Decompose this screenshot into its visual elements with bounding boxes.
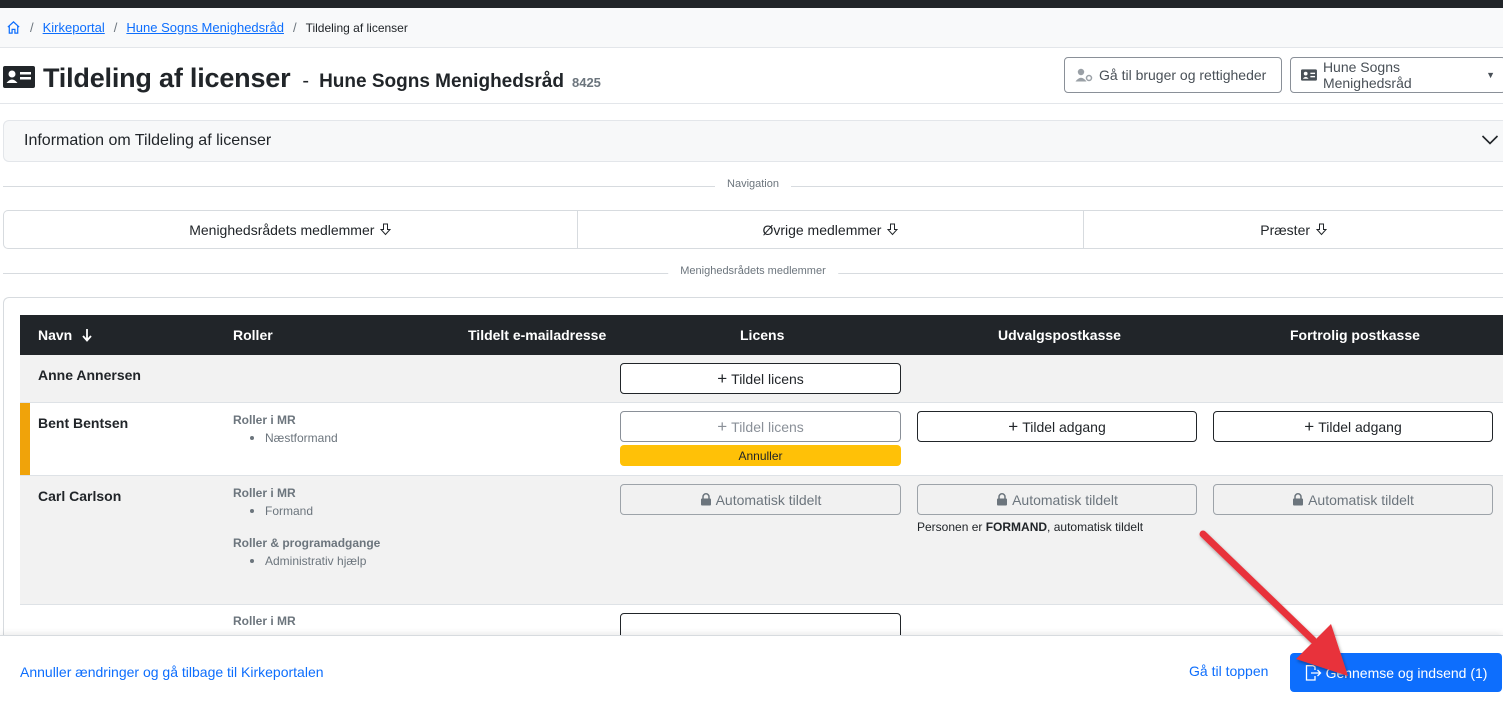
auto-assigned-label: Automatisk tildelt (1012, 491, 1118, 508)
role-item: Næstformand (247, 431, 338, 445)
breadcrumb-separator: / (113, 20, 118, 35)
roles-heading: Roller i MR (233, 413, 296, 427)
role-item: Formand (247, 504, 380, 518)
sort-arrow-down-icon (82, 329, 92, 342)
plus-icon: + (717, 369, 728, 388)
action-footer: Annuller ændringer og gå tilbage til Kir… (0, 635, 1503, 712)
id-card-icon (3, 66, 35, 90)
auto-assigned-label: Automatisk tildelt (1308, 491, 1414, 508)
plus-icon: + (1304, 417, 1315, 436)
chevron-down-icon (1481, 133, 1499, 151)
council-select[interactable]: Hune Sogns Menighedsråd ▼ (1290, 57, 1503, 93)
column-header-roles: Roller (233, 327, 273, 343)
arrow-down-icon (380, 223, 392, 236)
breadcrumb-kirkeportal[interactable]: Kirkeportal (43, 20, 105, 35)
role-item: Administrativ hjælp (247, 554, 380, 568)
auto-assigned-confidential-button: Automatisk tildelt (1213, 484, 1493, 515)
table-row: Anne Annersen + Tildel licens (20, 355, 1503, 403)
member-roles: Roller i MR (233, 614, 296, 628)
breadcrumb-separator: / (292, 20, 297, 35)
section-divider: Menighedsrådets medlemmer (3, 265, 1503, 277)
council-name: Hune Sogns Menighedsråd (319, 71, 564, 92)
member-roles: Roller i MR Næstformand (233, 413, 338, 445)
arrow-down-icon (1316, 223, 1328, 236)
members-table: Navn Roller Tildelt e-mailadresse Licens… (3, 297, 1503, 637)
assign-confidential-access-button[interactable]: + Tildel adgang (1213, 411, 1493, 442)
roles-heading: Roller & programadgange (233, 536, 381, 550)
breadcrumb: / Kirkeportal / Hune Sogns Menighedsråd … (0, 8, 1503, 48)
column-header-committee-mailbox: Udvalgspostkasse (998, 327, 1121, 343)
page-title: Tildeling af licenser (43, 63, 291, 93)
column-header-confidential-mailbox: Fortrolig postkasse (1290, 327, 1420, 343)
review-submit-label: Gennemse og indsend (1) (1325, 664, 1488, 681)
go-to-top-link[interactable]: Gå til toppen (1189, 663, 1268, 679)
table-header: Navn Roller Tildelt e-mailadresse Licens… (20, 315, 1503, 355)
auto-assigned-committee-button: Automatisk tildelt (917, 484, 1197, 515)
plus-icon: + (1008, 417, 1019, 436)
section-label: Menighedsrådets medlemmer (668, 265, 838, 277)
table-row: Roller i MR (20, 605, 1503, 636)
breadcrumb-separator: / (30, 20, 34, 35)
column-header-email: Tildelt e-mailadresse (468, 327, 607, 343)
breadcrumb-current: Tildeling af licenser (305, 20, 408, 35)
breadcrumb-council[interactable]: Hune Sogns Menighedsråd (126, 20, 284, 35)
nav-other-members[interactable]: Øvrige medlemmer (578, 211, 1085, 248)
assign-license-button[interactable]: + Tildel licens (620, 411, 901, 442)
lock-icon (1293, 493, 1304, 506)
auto-assigned-label: Automatisk tildelt (715, 491, 822, 508)
roles-heading: Roller i MR (233, 614, 296, 628)
arrow-down-icon (887, 223, 899, 236)
council-number: 8425 (571, 75, 601, 90)
plus-icon: + (717, 417, 728, 436)
assign-license-label: Tildel licens (731, 418, 804, 435)
assign-access-label: Tildel adgang (1022, 418, 1106, 435)
section-navigation: Menighedsrådets medlemmer Øvrige medlemm… (3, 210, 1503, 249)
assign-license-button[interactable]: + Tildel licens (620, 363, 901, 394)
column-header-license: Licens (740, 327, 785, 343)
nav-priests[interactable]: Præster (1084, 211, 1503, 248)
cancel-license-button[interactable]: Annuller (620, 445, 901, 466)
nav-other-members-label: Øvrige medlemmer (762, 221, 882, 238)
cancel-changes-link[interactable]: Annuller ændringer og gå tilbage til Kir… (20, 664, 324, 680)
nav-priests-label: Præster (1260, 221, 1311, 238)
auto-assigned-license-button: Automatisk tildelt (620, 484, 901, 515)
table-row: Carl Carlson Roller i MR Formand Roller … (20, 476, 1503, 605)
title-separator: - (302, 70, 310, 92)
table-row: Bent Bentsen Roller i MR Næstformand + T… (20, 403, 1503, 476)
assign-license-button[interactable] (620, 613, 901, 636)
user-gear-icon (1075, 68, 1093, 82)
nav-council-members-label: Menighedsrådets medlemmer (189, 221, 375, 238)
assign-access-label: Tildel adgang (1318, 418, 1402, 435)
member-name: Carl Carlson (38, 488, 122, 504)
navigation-divider: Navigation (3, 178, 1503, 190)
changed-row-marker (20, 403, 30, 475)
assign-license-label: Tildel licens (731, 370, 804, 387)
file-export-icon (1305, 664, 1321, 681)
info-accordion-label: Information om Tildeling af licenser (24, 132, 272, 149)
review-submit-button[interactable]: Gennemse og indsend (1) (1290, 653, 1502, 692)
nav-council-members[interactable]: Menighedsrådets medlemmer (4, 211, 578, 248)
member-name: Anne Annersen (38, 367, 141, 383)
column-header-name[interactable]: Navn (38, 327, 92, 343)
lock-icon (997, 493, 1008, 506)
roles-heading: Roller i MR (233, 486, 296, 500)
id-card-icon (1301, 69, 1317, 81)
user-rights-label: Gå til bruger og rettigheder (1099, 67, 1267, 83)
user-rights-button[interactable]: Gå til bruger og rettigheder (1064, 57, 1282, 93)
member-roles: Roller i MR Formand Roller & programadga… (233, 486, 380, 568)
lock-icon (700, 493, 711, 506)
auto-assigned-note: Personen er FORMAND, automatisk tildelt (917, 520, 1144, 534)
home-icon[interactable] (6, 20, 21, 35)
assign-committee-access-button[interactable]: + Tildel adgang (917, 411, 1197, 442)
info-accordion[interactable]: Information om Tildeling af licenser (3, 120, 1503, 162)
caret-down-icon: ▼ (1486, 70, 1495, 80)
top-bar (0, 0, 1503, 8)
navigation-label: Navigation (715, 178, 791, 190)
council-select-label: Hune Sogns Menighedsråd (1322, 59, 1412, 91)
page-header: Tildeling af licenser - Hune Sogns Menig… (0, 49, 1503, 104)
member-name: Bent Bentsen (38, 415, 129, 431)
